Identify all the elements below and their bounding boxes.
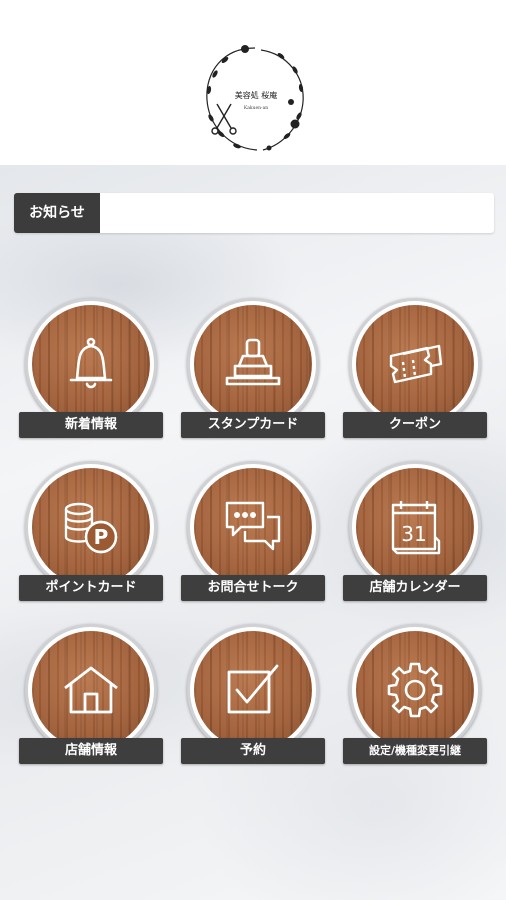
logo-text: 美容処 桜庵 [235,90,278,100]
menu-circle [25,624,157,756]
calendar-icon: 31 [385,497,445,557]
menu-label: クーポン [343,412,487,438]
menu-circle: P [25,461,157,593]
notice-bar[interactable]: お知らせ [14,193,494,233]
notice-label: お知らせ [14,193,100,233]
menu-item-news[interactable]: 新着情報 [19,298,163,448]
menu-label: 予約 [181,738,325,764]
bell-icon [61,334,121,394]
header: 美容処 桜庵 Kakuen-an [0,0,506,165]
checkbox-icon [223,660,283,720]
wood-texture [194,305,312,423]
wood-texture [32,631,150,749]
menu-item-point-card[interactable]: P ポイントカード [19,461,163,611]
wood-texture [194,631,312,749]
menu-label: 店舗カレンダー [343,575,487,601]
wood-texture: 31 [356,468,474,586]
menu-label: 新着情報 [19,412,163,438]
menu-circle [187,461,319,593]
menu-label: お問合せトーク [181,575,325,601]
menu-item-inquiry-talk[interactable]: お問合せトーク [181,461,325,611]
menu-circle [25,298,157,430]
wood-texture [356,631,474,749]
calendar-day: 31 [401,522,426,546]
menu-item-shop-info[interactable]: 店舗情報 [19,624,163,774]
wood-texture: P [32,468,150,586]
logo-subtext: Kakuen-an [244,105,268,111]
menu-item-settings[interactable]: 設定/機種変更引継 [343,624,487,774]
wood-texture [194,468,312,586]
menu-item-shop-calendar[interactable]: 31 店舗カレンダー [343,461,487,611]
menu-item-reservation[interactable]: 予約 [181,624,325,774]
menu-circle: 31 [349,461,481,593]
coupon-icon [385,334,445,394]
wood-texture [356,305,474,423]
menu-label: 設定/機種変更引継 [343,738,487,764]
menu-circle [349,624,481,756]
menu-circle [349,298,481,430]
menu-label: ポイントカード [19,575,163,601]
menu-circle [187,624,319,756]
coins-point-icon: P [61,497,121,557]
house-icon [61,660,121,720]
menu-label: スタンプカード [181,412,325,438]
wood-texture [32,305,150,423]
stamp-icon [223,334,283,394]
menu-item-stamp-card[interactable]: スタンプカード [181,298,325,448]
chat-bubbles-icon [223,497,283,557]
menu-item-coupon[interactable]: クーポン [343,298,487,448]
menu-circle [187,298,319,430]
shop-logo: 美容処 桜庵 Kakuen-an [195,40,315,160]
point-symbol: P [94,525,109,549]
menu-label: 店舗情報 [19,738,163,764]
gear-icon [385,660,445,720]
